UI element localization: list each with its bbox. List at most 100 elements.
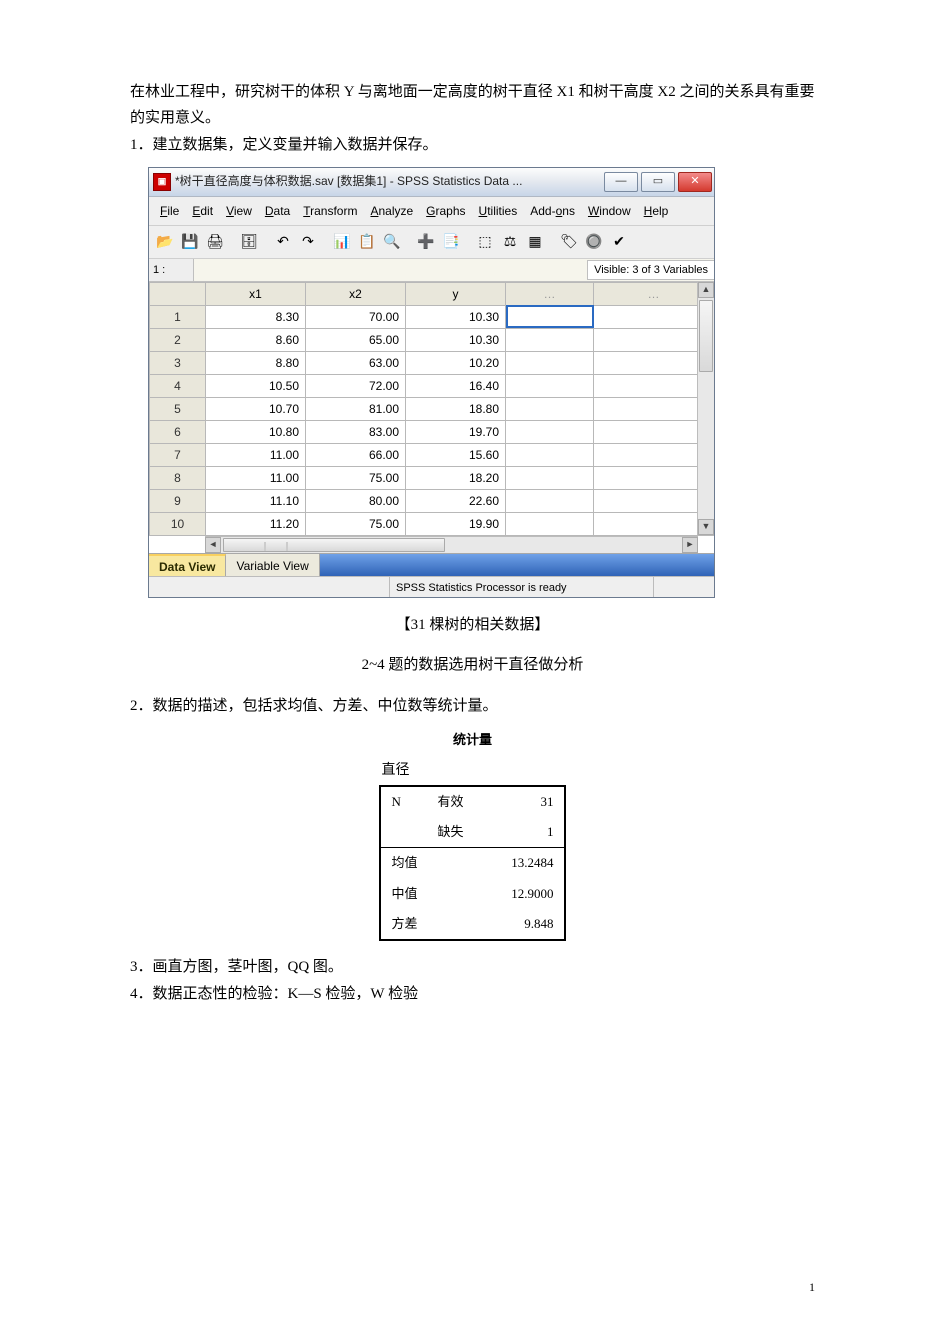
cell-y[interactable]: 18.80 <box>406 397 506 420</box>
titlebar[interactable]: ▣ *树干直径高度与体积数据.sav [数据集1] - SPSS Statist… <box>149 168 714 197</box>
undo-icon[interactable]: ↶ <box>272 231 294 253</box>
cell-x1[interactable]: 11.10 <box>206 489 306 512</box>
cell-empty[interactable] <box>594 512 714 535</box>
menu-help[interactable]: Help <box>639 200 674 222</box>
row-header[interactable]: 8 <box>150 466 206 489</box>
redo-icon[interactable]: ↷ <box>297 231 319 253</box>
menu-graphs[interactable]: Graphs <box>421 200 470 222</box>
row-header[interactable]: 1 <box>150 305 206 328</box>
cell-x2[interactable]: 63.00 <box>306 351 406 374</box>
minimize-button[interactable]: — <box>604 172 638 192</box>
cell-x2[interactable]: 75.00 <box>306 512 406 535</box>
cell-empty[interactable] <box>594 397 714 420</box>
cell-y[interactable]: 18.20 <box>406 466 506 489</box>
use-sets-icon[interactable]: 🔘 <box>583 231 605 253</box>
row-header[interactable]: 10 <box>150 512 206 535</box>
row-header[interactable]: 9 <box>150 489 206 512</box>
open-icon[interactable]: 📂 <box>154 231 176 253</box>
cell-y[interactable]: 15.60 <box>406 443 506 466</box>
spell-icon[interactable]: ✔ <box>608 231 630 253</box>
cell-empty[interactable] <box>506 397 594 420</box>
col-header-x2[interactable]: x2 <box>306 282 406 305</box>
cell-x1[interactable]: 11.20 <box>206 512 306 535</box>
menu-analyze[interactable]: Analyze <box>365 200 418 222</box>
cell-empty[interactable] <box>594 351 714 374</box>
cell-y[interactable]: 19.70 <box>406 420 506 443</box>
cell-x1[interactable]: 11.00 <box>206 443 306 466</box>
cell-x1[interactable]: 11.00 <box>206 466 306 489</box>
value-labels-icon[interactable]: 🏷 <box>558 231 580 253</box>
weight-icon[interactable]: ⚖ <box>499 231 521 253</box>
cell-y[interactable]: 10.30 <box>406 328 506 351</box>
cell-y[interactable]: 10.30 <box>406 305 506 328</box>
row-header[interactable]: 3 <box>150 351 206 374</box>
cell-empty[interactable] <box>594 420 714 443</box>
cell-empty[interactable] <box>506 443 594 466</box>
tab-data-view[interactable]: Data View <box>149 554 226 576</box>
cell-empty[interactable] <box>594 466 714 489</box>
cell-x2[interactable]: 75.00 <box>306 466 406 489</box>
tab-variable-view[interactable]: Variable View <box>226 554 319 576</box>
row-header[interactable]: 5 <box>150 397 206 420</box>
insert-var-icon[interactable]: 📑 <box>440 231 462 253</box>
cell-y[interactable]: 10.20 <box>406 351 506 374</box>
find-icon[interactable]: 🔍 <box>381 231 403 253</box>
col-header-empty2[interactable]: … <box>594 282 714 305</box>
cell-y[interactable]: 22.60 <box>406 489 506 512</box>
cell-empty[interactable] <box>506 489 594 512</box>
vertical-scrollbar[interactable]: ▲ ▼ <box>697 282 714 535</box>
menu-addons[interactable]: Add-ons <box>525 200 580 222</box>
recall-icon[interactable]: 🗄 <box>238 231 260 253</box>
scroll-right-icon[interactable]: ► <box>682 537 698 553</box>
col-header-x1[interactable]: x1 <box>206 282 306 305</box>
cell-empty[interactable] <box>506 374 594 397</box>
menu-view[interactable]: View <box>221 200 257 222</box>
selected-cell[interactable] <box>506 305 594 328</box>
row-header[interactable]: 6 <box>150 420 206 443</box>
goto-icon[interactable]: 📊 <box>331 231 353 253</box>
cell-empty[interactable] <box>506 420 594 443</box>
cell-empty[interactable] <box>594 328 714 351</box>
cell-x1[interactable]: 10.70 <box>206 397 306 420</box>
menu-transform[interactable]: Transform <box>298 200 362 222</box>
cell-ref[interactable]: 1 : <box>149 259 194 281</box>
cell-y[interactable]: 19.90 <box>406 512 506 535</box>
close-button[interactable]: ✕ <box>678 172 712 192</box>
split-icon[interactable]: ⬚ <box>474 231 496 253</box>
select-icon[interactable]: ▦ <box>524 231 546 253</box>
row-header[interactable]: 7 <box>150 443 206 466</box>
scroll-thumb-v[interactable] <box>699 300 713 372</box>
cell-x2[interactable]: 72.00 <box>306 374 406 397</box>
save-icon[interactable]: 💾 <box>179 231 201 253</box>
cell-empty[interactable] <box>506 512 594 535</box>
maximize-button[interactable]: ▭ <box>641 172 675 192</box>
insert-case-icon[interactable]: ➕ <box>415 231 437 253</box>
menu-utilities[interactable]: Utilities <box>474 200 523 222</box>
menu-edit[interactable]: Edit <box>187 200 218 222</box>
cell-x1[interactable]: 8.80 <box>206 351 306 374</box>
row-header[interactable]: 4 <box>150 374 206 397</box>
cell-x2[interactable]: 70.00 <box>306 305 406 328</box>
menu-file[interactable]: File <box>155 200 184 222</box>
cell-x2[interactable]: 83.00 <box>306 420 406 443</box>
cell-x1[interactable]: 10.50 <box>206 374 306 397</box>
cell-x2[interactable]: 81.00 <box>306 397 406 420</box>
cell-empty[interactable] <box>594 305 714 328</box>
data-grid[interactable]: x1 x2 y … … 18.3070.0010.3028.6065.0010.… <box>149 282 714 536</box>
col-header-empty[interactable]: … <box>506 282 594 305</box>
cell-empty[interactable] <box>506 351 594 374</box>
cell-x2[interactable]: 66.00 <box>306 443 406 466</box>
scroll-left-icon[interactable]: ◄ <box>205 537 221 553</box>
col-header-y[interactable]: y <box>406 282 506 305</box>
cell-y[interactable]: 16.40 <box>406 374 506 397</box>
cell-empty[interactable] <box>594 489 714 512</box>
menu-data[interactable]: Data <box>260 200 295 222</box>
cell-empty[interactable] <box>594 374 714 397</box>
cell-x1[interactable]: 8.30 <box>206 305 306 328</box>
row-header[interactable]: 2 <box>150 328 206 351</box>
scroll-down-icon[interactable]: ▼ <box>698 519 714 535</box>
cell-empty[interactable] <box>506 466 594 489</box>
print-icon[interactable]: 🖨 <box>204 231 226 253</box>
scroll-thumb-h[interactable] <box>223 538 445 552</box>
cell-x1[interactable]: 10.80 <box>206 420 306 443</box>
